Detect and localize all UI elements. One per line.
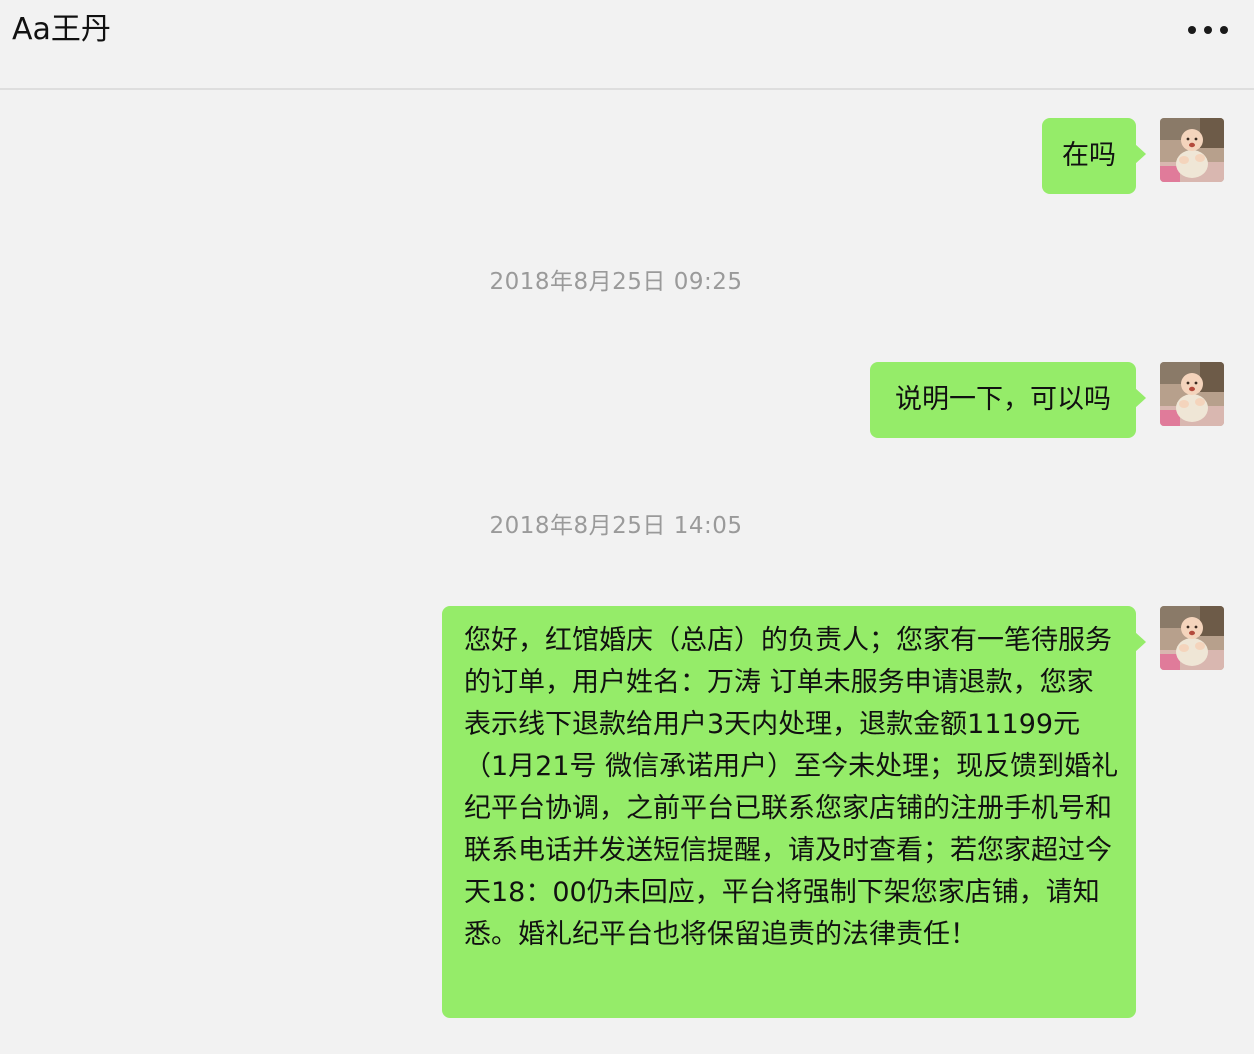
bubble-tail xyxy=(1135,144,1146,164)
message-text: 说明一下，可以吗 xyxy=(895,384,1111,415)
message-text: 您好，红馆婚庆（总店）的负责人；您家有一笔待服务的订单，用户姓名：万涛 订单未服… xyxy=(464,625,1119,950)
message-bubble[interactable]: 在吗 xyxy=(1042,118,1146,194)
avatar[interactable] xyxy=(1160,362,1224,426)
dot xyxy=(1204,26,1212,34)
bubble-tail xyxy=(1135,388,1146,408)
baby-photo-icon xyxy=(1160,362,1224,426)
chat-header: Aa王丹 xyxy=(0,0,1254,90)
avatar[interactable] xyxy=(1160,606,1224,670)
message-bubble[interactable]: 您好，红馆婚庆（总店）的负责人；您家有一笔待服务的订单，用户姓名：万涛 订单未服… xyxy=(442,606,1146,1018)
baby-photo-icon xyxy=(1160,606,1224,670)
chat-title: Aa王丹 xyxy=(12,12,111,47)
baby-photo-icon xyxy=(1160,118,1224,182)
avatar[interactable] xyxy=(1160,118,1224,182)
bubble-tail xyxy=(1135,632,1146,652)
timestamp: 2018年8月25日 14:05 xyxy=(489,513,743,539)
dot xyxy=(1220,26,1228,34)
message-list[interactable]: 在吗 2018年8月25日 09:25 说明一下，可以吗 2018年8月25日 … xyxy=(0,92,1254,1054)
dot xyxy=(1188,26,1196,34)
more-dots-icon[interactable] xyxy=(1188,18,1228,42)
message-bubble[interactable]: 说明一下，可以吗 xyxy=(870,362,1146,438)
message-text: 在吗 xyxy=(1062,140,1116,171)
timestamp: 2018年8月25日 09:25 xyxy=(489,269,743,295)
